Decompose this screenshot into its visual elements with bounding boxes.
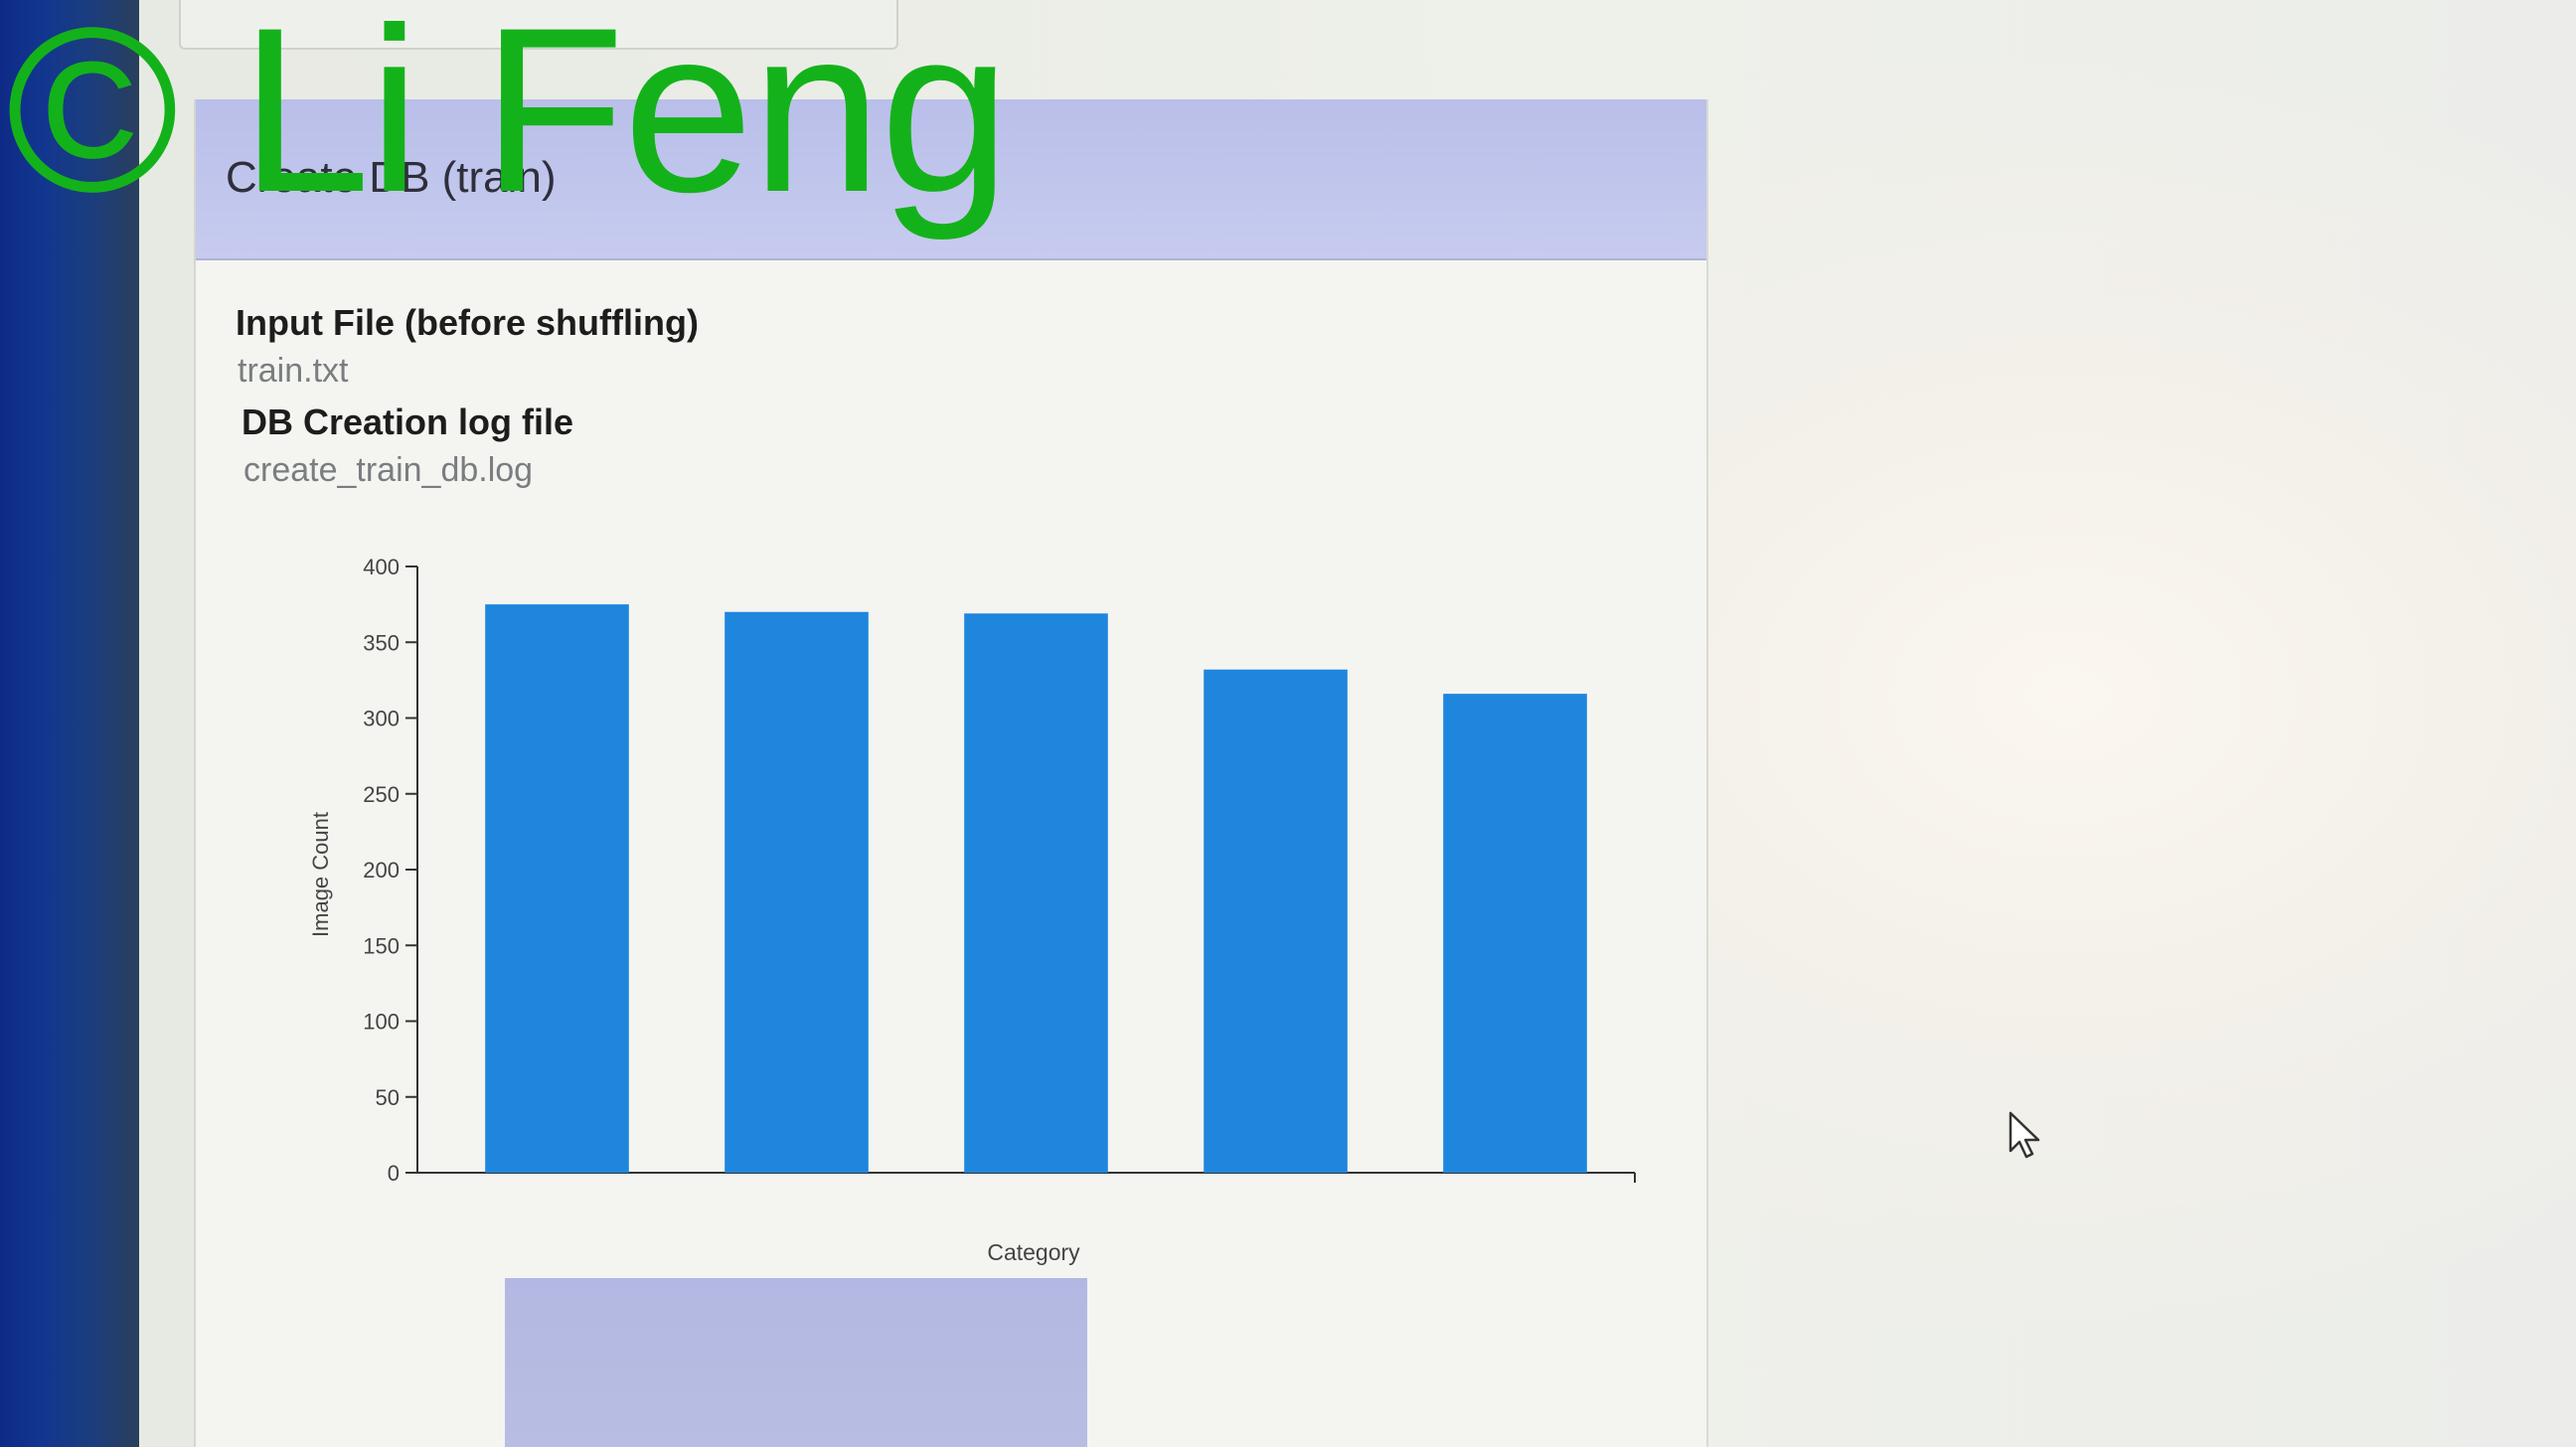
log-file-label: DB Creation log file (242, 402, 574, 442)
input-file-link[interactable]: train.txt (238, 352, 348, 391)
bar-5[interactable] (1443, 694, 1587, 1173)
bar-1[interactable] (485, 604, 629, 1173)
bar-4[interactable] (1204, 669, 1348, 1173)
watermark: © Li Feng (6, 0, 1011, 241)
bar-2[interactable] (724, 611, 869, 1173)
y-tick-label: 200 (363, 858, 400, 883)
y-tick-label: 250 (363, 782, 400, 807)
y-tick-label: 400 (363, 555, 400, 579)
y-tick-label: 300 (363, 707, 400, 731)
log-file-link[interactable]: create_train_db.log (243, 451, 533, 490)
y-axis-label: Image Count (308, 812, 333, 937)
input-file-label: Input File (before shuffling) (236, 302, 699, 343)
next-panel-heading (505, 1278, 1087, 1447)
y-tick-label: 350 (363, 630, 400, 655)
mouse-pointer-icon (2009, 1111, 2040, 1159)
x-axis-label: Category (987, 1239, 1080, 1265)
chart-bars (485, 604, 1587, 1173)
bar-3[interactable] (964, 613, 1108, 1173)
y-tick-label: 0 (388, 1161, 400, 1186)
y-tick-label: 50 (376, 1085, 400, 1110)
y-tick-label: 150 (363, 933, 400, 958)
y-tick-label: 100 (363, 1010, 400, 1035)
image-count-chart: 0 50 100 150 200 250 300 350 400 Image Count Cat… (308, 555, 1636, 1265)
